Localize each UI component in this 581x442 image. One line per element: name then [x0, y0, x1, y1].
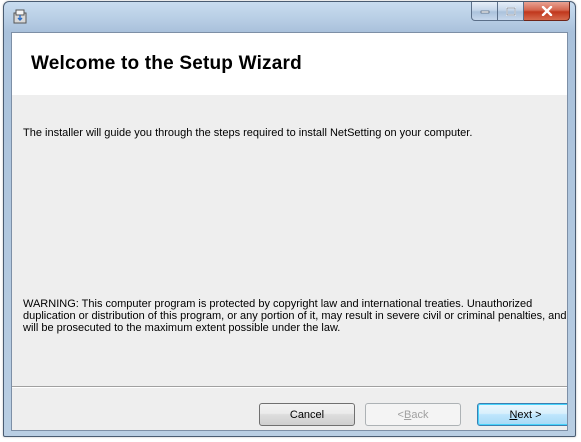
- maximize-button[interactable]: [498, 2, 524, 21]
- back-button-hotkey: B: [403, 408, 412, 421]
- back-button[interactable]: < Back: [365, 403, 461, 426]
- next-button[interactable]: Next >: [477, 403, 567, 426]
- close-icon: [541, 6, 552, 16]
- wizard-banner: Welcome to the Setup Wizard: [12, 33, 567, 95]
- banner-divider: [12, 94, 567, 95]
- setup-wizard-window: Welcome to the Setup Wizard The installe…: [3, 1, 576, 437]
- cancel-button-label: Cancel: [289, 408, 325, 421]
- intro-text: The installer will guide you through the…: [23, 127, 473, 139]
- minimize-icon: [480, 10, 489, 14]
- next-button-rest: ext >: [517, 408, 542, 421]
- back-button-rest: ack: [411, 408, 429, 421]
- close-button[interactable]: [524, 2, 570, 21]
- next-button-hotkey: N: [509, 408, 518, 421]
- page-title: Welcome to the Setup Wizard: [31, 53, 302, 74]
- title-bar[interactable]: [4, 2, 575, 32]
- cancel-button[interactable]: Cancel: [259, 403, 355, 426]
- button-area-divider: [12, 386, 567, 388]
- maximize-icon: [505, 6, 516, 16]
- minimize-button[interactable]: [471, 2, 498, 21]
- copyright-warning-text: WARNING: This computer program is protec…: [23, 298, 567, 334]
- wizard-client-area: Welcome to the Setup Wizard The installe…: [11, 32, 568, 431]
- caption-buttons: [471, 2, 570, 22]
- installer-package-icon: [13, 9, 27, 24]
